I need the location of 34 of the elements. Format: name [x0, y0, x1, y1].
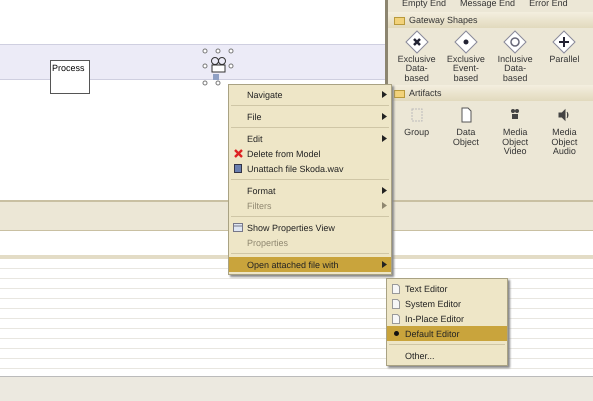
menu-item[interactable]: Edit — [229, 131, 391, 146]
menu-item[interactable]: Other... — [387, 348, 507, 363]
palette-tool-label[interactable]: Data Object — [452, 128, 479, 148]
menu-item[interactable]: System Editor — [387, 296, 507, 311]
palette-tool-label[interactable]: Media Object Video — [502, 128, 528, 157]
gateway-icon — [404, 30, 429, 54]
palette-tool-label[interactable]: Exclusive Data- based — [398, 55, 436, 84]
bullet-icon — [394, 331, 398, 336]
menu-item[interactable]: Default Editor — [387, 326, 507, 341]
gateway-icon — [454, 30, 478, 54]
task-shape[interactable]: Process — [50, 60, 90, 94]
menu-item[interactable]: Text Editor — [387, 281, 507, 296]
folder-icon — [394, 16, 405, 24]
gateway-icon — [503, 30, 528, 54]
menu-item[interactable]: In-Place Editor — [387, 311, 507, 326]
palette-tool-label[interactable]: Exclusive Event- based — [446, 55, 485, 84]
delete-icon — [234, 149, 242, 158]
folder-icon — [394, 88, 405, 98]
palette-tool-label[interactable]: Parallel — [549, 55, 580, 64]
drawer-title: Artifacts — [409, 88, 442, 98]
palette-tool-label[interactable]: Inclusive Data- based — [498, 55, 533, 84]
palette-drawer[interactable]: Gateway Shapes — [388, 12, 593, 28]
properties-icon — [233, 223, 243, 232]
menu-item[interactable]: Delete from Model — [229, 146, 391, 161]
gateway-icon — [552, 30, 576, 54]
menu-item[interactable]: Show Properties View — [229, 220, 391, 235]
drawer-title: Gateway Shapes — [409, 15, 478, 25]
palette-tool-label[interactable]: Group — [404, 128, 430, 138]
palette-tool-label[interactable]: Media Object Audio — [551, 128, 578, 157]
menu-item[interactable]: Navigate — [229, 87, 391, 102]
menu-item[interactable]: Format — [229, 183, 391, 198]
menu-item[interactable]: File — [229, 109, 391, 124]
menu-item[interactable]: Unattach file Skoda.wav — [229, 161, 391, 176]
menu-item[interactable]: Open attached file with — [229, 257, 391, 272]
